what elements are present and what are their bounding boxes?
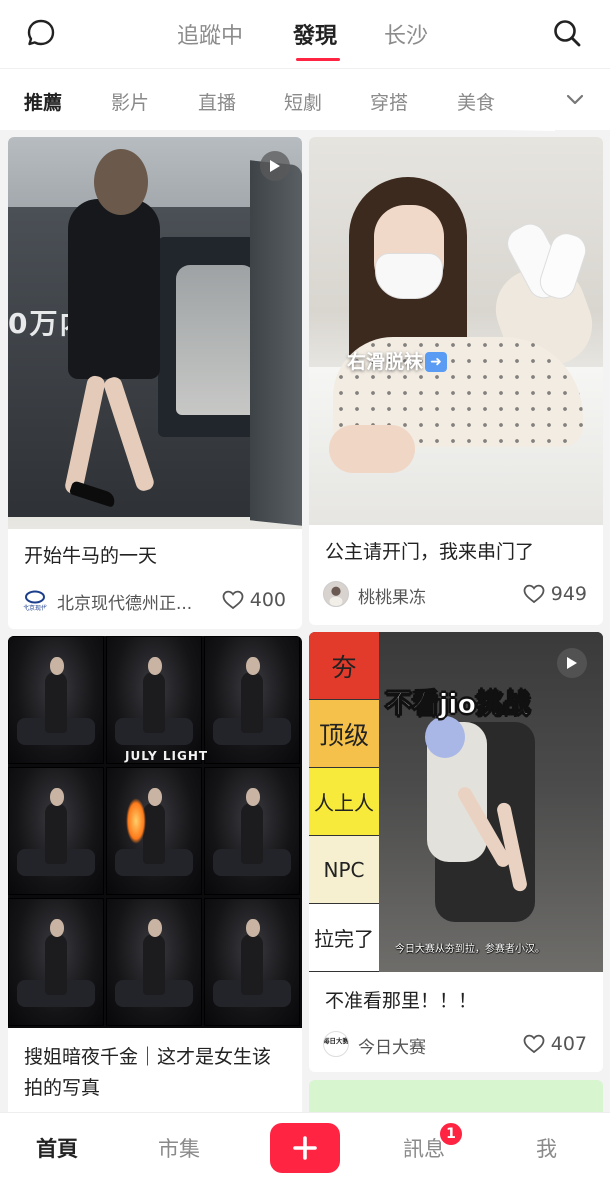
image-overlay-text: 右滑脱袜 ➜ bbox=[347, 347, 448, 374]
avatar-brand-text: 北京现代 bbox=[23, 604, 47, 612]
plus-icon bbox=[293, 1136, 317, 1160]
collage-photo bbox=[8, 898, 104, 1026]
nav-me[interactable]: 我 bbox=[536, 1133, 557, 1163]
search-icon[interactable] bbox=[552, 18, 582, 48]
category-short-drama[interactable]: 短劇 bbox=[284, 88, 322, 115]
card-title[interactable]: 搜姐暗夜千金｜这才是女生该拍的写真 bbox=[24, 1042, 288, 1104]
fire-effect bbox=[125, 798, 147, 844]
author-name[interactable]: 今日大赛 bbox=[358, 1033, 508, 1058]
tier-label: 人上人 bbox=[309, 768, 379, 836]
feed-card[interactable]: 0万内含 开始牛马的一天 北京现代 北京现代德州正... 400 bbox=[8, 137, 302, 629]
collage-photo bbox=[204, 767, 300, 895]
nav-market[interactable]: 市集 bbox=[158, 1133, 200, 1163]
car-seat bbox=[176, 265, 256, 415]
category-recommended[interactable]: 推薦 bbox=[24, 88, 62, 115]
card-meta: 桃桃果冻 949 bbox=[323, 579, 589, 609]
collage-photo bbox=[106, 636, 202, 764]
feed-card[interactable]: JULY LIGHT 搜姐暗夜千金｜这才是女生该拍的写真 bbox=[8, 636, 302, 1126]
collage-photo bbox=[106, 898, 202, 1026]
bottom-nav: 首頁 市集 訊息 1 我 bbox=[0, 1112, 610, 1200]
video-play-icon bbox=[557, 648, 587, 678]
category-food[interactable]: 美食 bbox=[457, 88, 495, 115]
top-header: 追蹤中 發現 长沙 bbox=[0, 0, 610, 68]
tab-discover[interactable]: 發現 bbox=[293, 18, 337, 50]
tier-label: NPC bbox=[309, 836, 379, 904]
nav-home[interactable]: 首頁 bbox=[36, 1133, 78, 1163]
category-video[interactable]: 影片 bbox=[111, 88, 149, 115]
author-avatar[interactable] bbox=[323, 581, 349, 607]
card-meta: 北京现代 北京现代德州正... 400 bbox=[22, 585, 288, 615]
like-count: 407 bbox=[550, 1033, 587, 1055]
video-caption: 今日大赛从夯到拉，参赛者小汉。 bbox=[395, 944, 545, 955]
face-mask bbox=[375, 253, 443, 299]
avatar-brand-text: 每日大赛 bbox=[324, 1036, 348, 1045]
video-play-icon bbox=[260, 151, 290, 181]
collage-photo bbox=[204, 636, 300, 764]
chevron-down-icon[interactable] bbox=[560, 87, 590, 113]
car-door bbox=[250, 160, 302, 526]
like-button[interactable]: 949 bbox=[523, 582, 587, 606]
heart-icon bbox=[523, 1034, 545, 1054]
author-name[interactable]: 桃桃果冻 bbox=[358, 583, 508, 608]
tab-local[interactable]: 长沙 bbox=[384, 18, 428, 50]
card-title[interactable]: 开始牛马的一天 bbox=[24, 541, 288, 572]
card-meta: 每日大赛 今日大赛 407 bbox=[323, 1029, 589, 1059]
person-figure bbox=[68, 199, 160, 379]
message-badge: 1 bbox=[438, 1121, 464, 1147]
heart-icon bbox=[523, 584, 545, 604]
top-tabs: 追蹤中 發現 长沙 bbox=[0, 0, 610, 68]
collage-photo bbox=[106, 767, 202, 895]
collage-photo bbox=[8, 636, 104, 764]
card-title[interactable]: 公主请开门，我来串门了 bbox=[325, 537, 589, 568]
category-bar: 推薦 影片 直播 短劇 穿搭 美食 bbox=[0, 68, 610, 131]
like-button[interactable]: 407 bbox=[523, 1032, 587, 1056]
card-image[interactable]: 0万内含 bbox=[8, 137, 302, 529]
tier-label: 顶级 bbox=[309, 700, 379, 768]
tab-following[interactable]: 追蹤中 bbox=[177, 18, 243, 50]
like-count: 400 bbox=[249, 589, 286, 611]
category-fade bbox=[505, 69, 555, 131]
card-title[interactable]: 不准看那里！！！ bbox=[325, 986, 589, 1017]
video-headline: 不看jio挑战 bbox=[384, 689, 531, 721]
collage-photo bbox=[204, 898, 300, 1026]
chat-bubble-icon[interactable] bbox=[26, 18, 56, 48]
category-outfit[interactable]: 穿搭 bbox=[370, 88, 408, 115]
category-live[interactable]: 直播 bbox=[198, 88, 236, 115]
tier-label: 拉完了 bbox=[309, 904, 379, 972]
author-name[interactable]: 北京现代德州正... bbox=[57, 589, 207, 614]
author-avatar[interactable]: 每日大赛 bbox=[323, 1031, 349, 1057]
post-button[interactable] bbox=[270, 1123, 340, 1173]
image-brand-text: JULY LIGHT bbox=[125, 749, 209, 763]
collage-photo bbox=[8, 767, 104, 895]
heart-icon bbox=[222, 590, 244, 610]
feed-card[interactable]: 右滑脱袜 ➜ 公主请开门，我来串门了 桃桃果冻 949 bbox=[309, 137, 603, 625]
active-tab-indicator bbox=[296, 58, 340, 61]
card-image[interactable]: 右滑脱袜 ➜ bbox=[309, 137, 603, 525]
author-avatar[interactable]: 北京现代 bbox=[22, 587, 48, 613]
like-count: 949 bbox=[550, 583, 587, 605]
like-button[interactable]: 400 bbox=[222, 588, 286, 612]
feed-card[interactable]: 夯顶级 人上人 NPC 拉完了 不看jio挑战 今日大赛从夯到拉，参赛者小汉。 不准看… bbox=[309, 632, 603, 1072]
arrow-right-icon: ➜ bbox=[425, 352, 448, 372]
tier-label: 夯 bbox=[309, 632, 379, 700]
card-image[interactable]: 夯顶级 人上人 NPC 拉完了 不看jio挑战 今日大赛从夯到拉，参赛者小汉。 bbox=[309, 632, 603, 972]
card-image[interactable]: JULY LIGHT bbox=[8, 636, 302, 1028]
